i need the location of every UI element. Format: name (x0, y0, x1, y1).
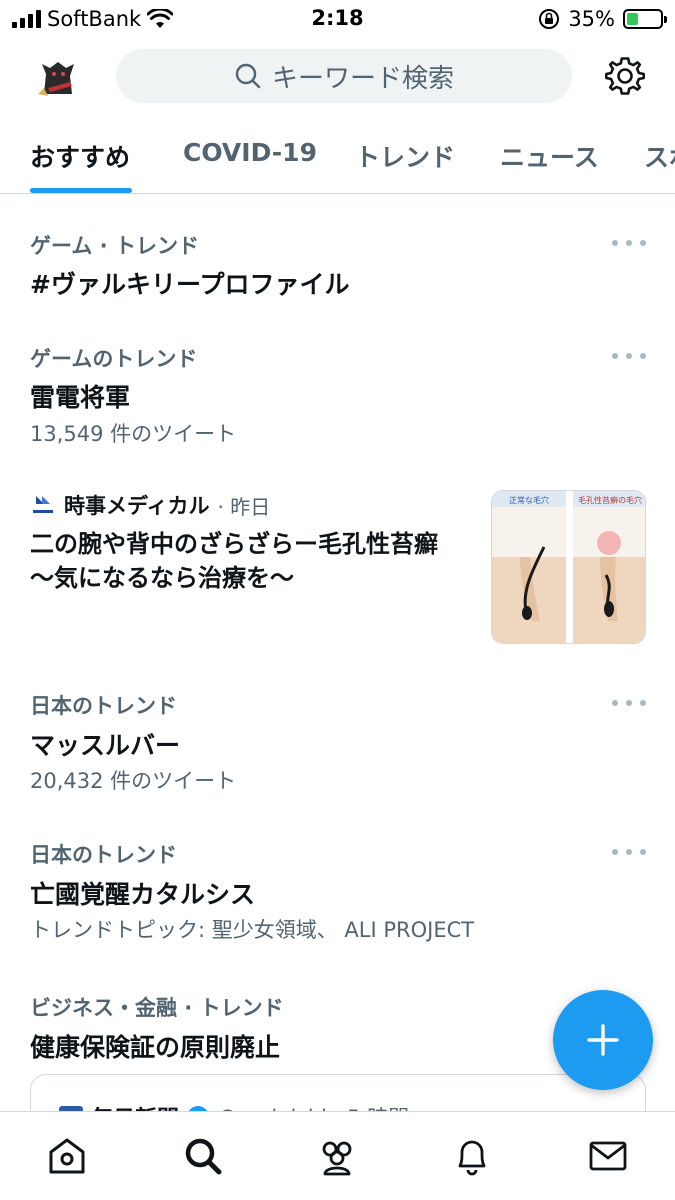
thumb-label-left: 正常な毛穴 (509, 495, 549, 505)
news-time: · 昨日 (217, 494, 271, 519)
search-placeholder: キーワード検索 (271, 63, 454, 94)
more-icon[interactable] (612, 845, 646, 859)
search-input[interactable]: キーワード検索 (116, 49, 572, 103)
news-source-logo (33, 496, 53, 513)
battery-icon (623, 9, 667, 29)
trend-title: 健康保険証の原則廃止 (30, 1033, 281, 1062)
news-source: 時事メディカル · 昨日 (30, 492, 271, 519)
explore-tabs: おすすめ COVID-19 トレンド ニュース スポ (0, 118, 675, 194)
tab-news[interactable]: ニュース (500, 138, 599, 174)
trend-meta: ゲームのトレンド (30, 347, 198, 371)
trend-title: 雷電将軍 (30, 383, 131, 412)
more-icon[interactable] (612, 696, 646, 710)
tweet-count: 20,432 件のツイート (30, 769, 237, 793)
avatar-image (30, 48, 86, 104)
trend-title: 亡國覚醒カタルシス (30, 880, 256, 909)
tweet-count: 13,549 件のツイート (30, 422, 237, 446)
avatar[interactable] (30, 48, 86, 104)
more-icon[interactable] (612, 349, 646, 363)
compose-tweet-button[interactable] (553, 990, 653, 1090)
nav-home[interactable] (45, 1134, 89, 1178)
news-headline: 二の腕や背中のざらざらー毛孔性苔癬 〜気になるなら治療を〜 (30, 527, 470, 595)
battery-level (627, 13, 639, 25)
active-tab-indicator (30, 188, 132, 193)
trend-meta: ゲーム · トレンド (30, 234, 199, 258)
trend-meta: 日本のトレンド (30, 694, 177, 718)
status-bar: SoftBank 2:18 35% (0, 0, 675, 38)
nav-notifications[interactable] (450, 1134, 494, 1178)
skin-diagram-image: 正常な毛穴 毛孔性苔癬の毛穴 (492, 491, 645, 643)
news-headline-line: 〜気になるなら治療を〜 (30, 564, 294, 592)
battery-percent: 35% (568, 7, 615, 31)
rotation-lock-icon (539, 9, 560, 29)
tab-recommended[interactable]: おすすめ (30, 138, 130, 174)
news-headline-line: 二の腕や背中のざらざらー毛孔性苔癬 (30, 530, 438, 558)
nav-messages[interactable] (586, 1134, 630, 1178)
news-source-name: 時事メディカル (64, 494, 210, 518)
settings-button[interactable] (604, 55, 646, 97)
search-icon (235, 63, 261, 89)
trend-meta: ビジネス・金融 · トレンド (30, 996, 284, 1020)
trend-topics: トレンドトピック: 聖少女領域、 ALI PROJECT (30, 918, 475, 942)
trend-meta: 日本のトレンド (30, 843, 177, 867)
news-thumbnail: 正常な毛穴 毛孔性苔癬の毛穴 (491, 490, 646, 644)
bottom-navigation (0, 1111, 675, 1200)
communities-icon (322, 1141, 352, 1176)
plus-icon (587, 1024, 619, 1056)
bell-icon (458, 1140, 486, 1176)
home-icon (49, 1138, 85, 1174)
trend-title: マッスルバー (30, 731, 181, 760)
more-icon[interactable] (612, 236, 646, 250)
search-icon (185, 1138, 222, 1175)
trend-title: #ヴァルキリープロファイル (30, 270, 350, 299)
top-header: キーワード検索 (0, 38, 675, 116)
tab-trending[interactable]: トレンド (355, 138, 455, 174)
status-right: 35% (538, 6, 667, 32)
nav-communities[interactable] (315, 1134, 359, 1178)
tab-sports[interactable]: スポ (644, 138, 675, 174)
mail-icon (589, 1141, 627, 1171)
nav-explore[interactable] (181, 1134, 225, 1178)
tab-covid-19[interactable]: COVID-19 (183, 138, 317, 167)
gear-icon (605, 57, 645, 95)
thumb-label-right: 毛孔性苔癬の毛穴 (578, 495, 642, 505)
